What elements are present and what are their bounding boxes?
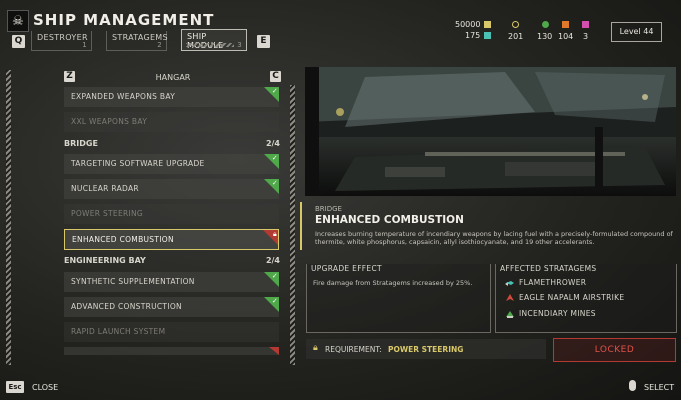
category-label: BRIDGE xyxy=(64,139,98,148)
tab-label: SHIP MODULE xyxy=(187,32,223,50)
check-icon: ✓ xyxy=(271,179,278,187)
level-badge: Level 44 xyxy=(611,22,662,42)
tab-number: 1 xyxy=(82,41,87,49)
requirement-label: REQUIREMENT: xyxy=(325,345,382,354)
list-item-label: RAPID LAUNCH SYSTEM xyxy=(71,327,166,336)
page-title: SHIP MANAGEMENT xyxy=(33,11,215,29)
category-label: ENGINEERING BAY xyxy=(64,256,146,265)
common-sample-icon xyxy=(512,21,519,28)
stratagem-label: EAGLE NAPALM AIRSTRIKE xyxy=(519,293,625,302)
scroll-right-key[interactable]: C xyxy=(270,71,281,82)
detail-title: ENHANCED COMBUSTION xyxy=(315,214,464,226)
pink-samples-value: 3 xyxy=(583,32,589,41)
mine-icon xyxy=(506,311,514,318)
select-button[interactable]: SELECT xyxy=(644,383,674,392)
hangar-header: HANGAR xyxy=(155,73,191,82)
orange-samples-value: 104 xyxy=(558,32,574,41)
list-item-label: EXPANDED WEAPONS BAY xyxy=(71,92,176,101)
esc-key[interactable]: Esc xyxy=(6,381,24,393)
list-item-label: SYNTHETIC SUPPLEMENTATION xyxy=(71,277,195,286)
list-item[interactable]: XXL WEAPONS BAY xyxy=(64,112,279,132)
list-item-label: TARGETING SOFTWARE UPGRADE xyxy=(71,159,205,168)
upgrade-effect-header: UPGRADE EFFECT xyxy=(311,264,382,273)
category-engineering-bay: ENGINEERING BAY 2/4 xyxy=(64,256,280,265)
list-item[interactable]: POWER STEERING xyxy=(64,204,279,224)
locked-button[interactable]: LOCKED xyxy=(553,338,676,362)
list-item[interactable]: NUCLEAR RADAR ✓ xyxy=(64,179,279,199)
list-item-partial[interactable] xyxy=(64,347,279,355)
tab-number: 2 xyxy=(157,41,162,49)
tab-destroyer[interactable]: DESTROYER 1 xyxy=(31,31,92,51)
stratagem-label: INCENDIARY MINES xyxy=(519,309,596,318)
flamethrower-icon xyxy=(505,281,514,286)
check-icon: ✓ xyxy=(271,297,278,305)
list-item-label: NUCLEAR RADAR xyxy=(71,184,139,193)
skull-icon: ☠ xyxy=(7,10,29,32)
tab-number: 3 xyxy=(237,41,242,49)
list-item[interactable]: TARGETING SOFTWARE UPGRADE ✓ xyxy=(64,154,279,174)
stratagem-label: FLAMETHROWER xyxy=(519,278,587,287)
tab-ship-module[interactable]: SHIP MODULE 3 xyxy=(181,29,247,51)
orange-sample-icon xyxy=(562,21,569,28)
detail-category: BRIDGE xyxy=(315,205,342,213)
upgrade-effect-text: Fire damage from Stratagems increased by… xyxy=(313,279,473,287)
selection-accent xyxy=(300,202,302,250)
list-item[interactable]: ADVANCED CONSTRUCTION ✓ xyxy=(64,297,279,317)
tab-stratagems[interactable]: STRATAGEMS 2 xyxy=(106,31,168,51)
mouse-icon xyxy=(629,380,636,391)
list-item-label: XXL WEAPONS BAY xyxy=(71,117,148,126)
check-icon: ✓ xyxy=(271,87,278,95)
tab-active-stripes xyxy=(186,43,234,47)
green-sample-icon xyxy=(542,21,549,28)
scrollbar[interactable] xyxy=(290,85,295,365)
requisition-value: 50000 xyxy=(455,20,481,29)
check-icon: ✓ xyxy=(271,154,278,162)
list-item[interactable]: SYNTHETIC SUPPLEMENTATION ✓ xyxy=(64,272,279,292)
list-item-label: ENHANCED COMBUSTION xyxy=(72,235,174,244)
close-button[interactable]: CLOSE xyxy=(32,383,58,392)
prev-tab-key[interactable]: Q xyxy=(12,35,25,48)
medal-icon xyxy=(484,32,491,39)
common-samples-value: 201 xyxy=(508,32,524,41)
locked-icon xyxy=(269,347,279,355)
list-item[interactable]: EXPANDED WEAPONS BAY ✓ xyxy=(64,87,279,107)
hazard-stripe-left xyxy=(6,70,11,365)
affected-stratagems-header: AFFECTED STRATAGEMS xyxy=(500,264,597,273)
medals-value: 175 xyxy=(465,31,481,40)
category-bridge: BRIDGE 2/4 xyxy=(64,139,280,148)
lock-icon: 🔒︎ xyxy=(272,230,277,238)
requisition-icon xyxy=(484,21,491,28)
eagle-icon xyxy=(506,294,514,301)
detail-description: Increases burning temperature of incendi… xyxy=(315,230,673,246)
lock-icon: 🔒︎ xyxy=(313,343,318,353)
list-item[interactable]: RAPID LAUNCH SYSTEM xyxy=(64,322,279,342)
green-samples-value: 130 xyxy=(537,32,553,41)
upgrade-effect-panel xyxy=(306,264,491,333)
requirement-value: POWER STEERING xyxy=(388,345,464,354)
list-item-label: POWER STEERING xyxy=(71,209,144,218)
category-count: 2/4 xyxy=(265,139,280,148)
pink-sample-icon xyxy=(582,21,589,28)
tab-label: DESTROYER xyxy=(37,33,88,42)
list-item-label: ADVANCED CONSTRUCTION xyxy=(71,302,182,311)
list-item-selected[interactable]: ENHANCED COMBUSTION 🔒︎ xyxy=(64,229,279,250)
check-icon: ✓ xyxy=(271,272,278,280)
next-tab-key[interactable]: E xyxy=(257,35,270,48)
category-count: 2/4 xyxy=(265,256,280,265)
module-preview-image xyxy=(305,67,676,196)
